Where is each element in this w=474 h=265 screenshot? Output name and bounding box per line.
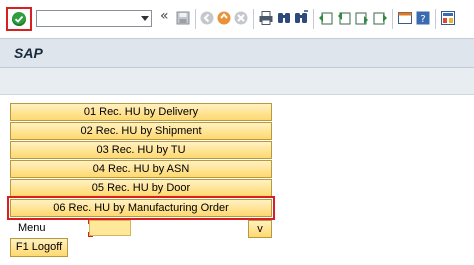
title-bar: SAP (0, 39, 474, 68)
v-button[interactable]: v (248, 220, 272, 238)
toolbar-separator (392, 9, 393, 29)
svg-text:?: ? (420, 14, 425, 25)
dropdown-icon[interactable] (141, 16, 149, 21)
menu-option-shipment[interactable]: 02 Rec. HU by Shipment (10, 122, 272, 140)
save-icon[interactable] (175, 10, 191, 26)
stop-icon[interactable] (233, 10, 249, 26)
find-icon[interactable] (276, 10, 292, 26)
menu-option-door[interactable]: 05 Rec. HU by Door (10, 179, 272, 197)
enter-icon[interactable] (12, 12, 26, 26)
command-field[interactable] (36, 10, 152, 27)
rf-menu-screen: 01 Rec. HU by Delivery 02 Rec. HU by Shi… (0, 95, 474, 265)
menu-option-manufacturing-order[interactable]: 06 Rec. HU by Manufacturing Order (7, 196, 275, 220)
application-toolbar (0, 68, 474, 95)
enter-button-highlight[interactable] (6, 7, 32, 31)
create-session-icon[interactable] (397, 10, 413, 26)
help-icon[interactable]: ? (415, 10, 431, 26)
layout-icon[interactable] (440, 10, 456, 26)
toolbar-separator (313, 9, 314, 29)
menu-input[interactable] (88, 219, 131, 237)
page-title: SAP (14, 45, 43, 61)
find-next-icon[interactable] (293, 10, 309, 26)
print-icon[interactable] (258, 10, 274, 26)
toolbar-separator (253, 9, 254, 29)
last-page-icon[interactable] (372, 10, 388, 26)
logoff-button[interactable]: F1 Logoff (10, 238, 68, 257)
toolbar-separator (435, 9, 436, 29)
next-page-icon[interactable] (354, 10, 370, 26)
menu-option-delivery[interactable]: 01 Rec. HU by Delivery (10, 103, 272, 121)
menu-field-label: Menu (18, 222, 46, 234)
cancel-icon[interactable] (216, 10, 232, 26)
menu-option-tu[interactable]: 03 Rec. HU by TU (10, 141, 272, 159)
menu-option-asn[interactable]: 04 Rec. HU by ASN (10, 160, 272, 178)
system-toolbar: « ? (0, 0, 474, 39)
first-page-icon[interactable] (318, 10, 334, 26)
exit-icon[interactable] (199, 10, 215, 26)
back-icon[interactable]: « (160, 8, 169, 24)
toolbar-separator (195, 9, 196, 29)
prev-page-icon[interactable] (336, 10, 352, 26)
